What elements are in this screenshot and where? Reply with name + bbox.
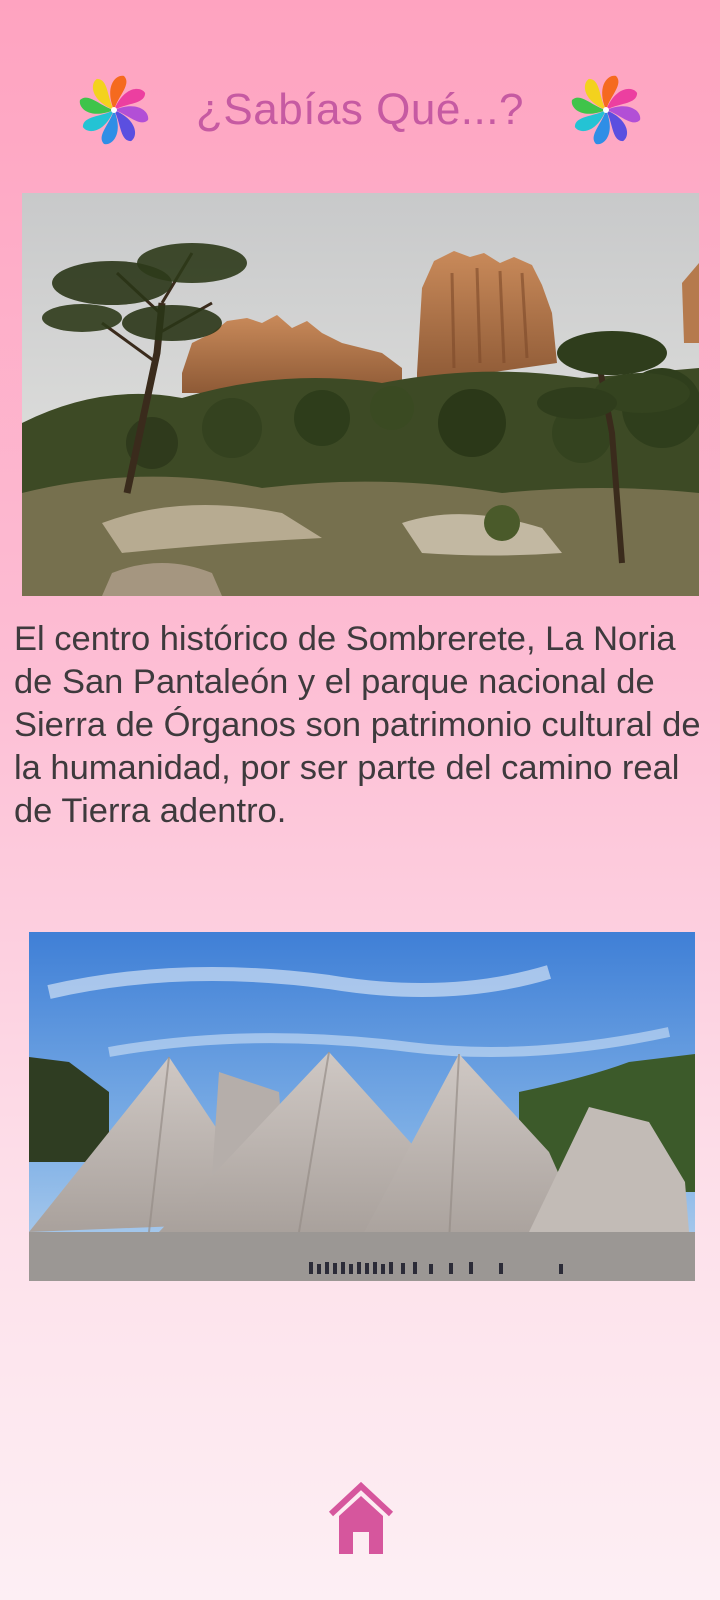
noria-de-san-pantaleon-photo: [29, 932, 695, 1281]
header: ¿Sabías Qué...?: [0, 66, 720, 158]
home-button[interactable]: [325, 1480, 397, 1560]
pinwheel-icon: [568, 72, 644, 148]
fact-text: El centro histórico de Sombrerete, La No…: [14, 620, 701, 830]
pinwheel-icon: [76, 72, 152, 148]
sierra-de-organos-photo: [22, 193, 699, 596]
page-title: ¿Sabías Qué...?: [196, 85, 524, 134]
home-icon: [328, 1481, 394, 1554]
